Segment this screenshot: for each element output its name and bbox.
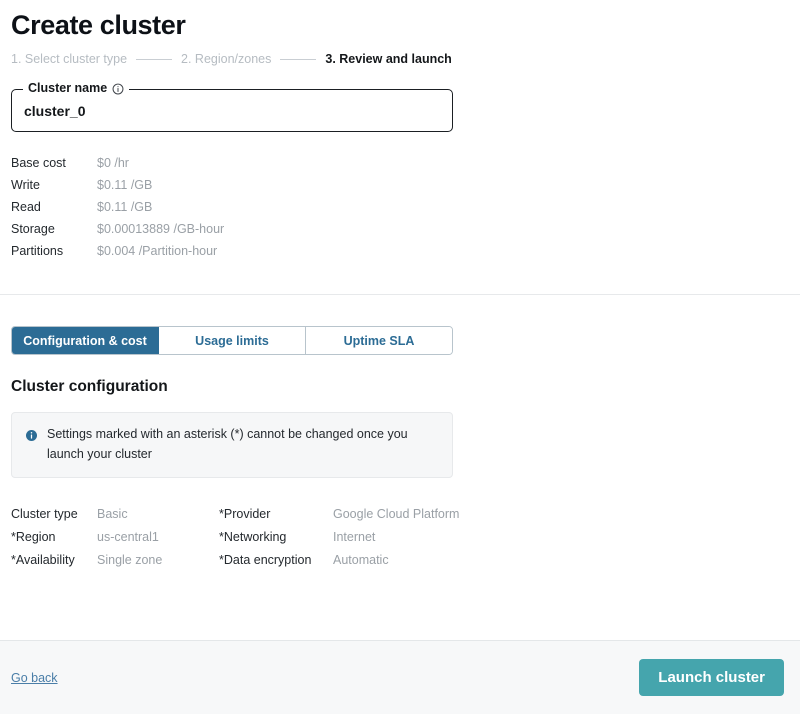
footer-bar: Go back Launch cluster [0, 640, 800, 714]
pricing-value: $0 /hr [97, 156, 129, 170]
section-divider [0, 294, 800, 295]
pricing-label: Storage [11, 222, 55, 236]
info-circle-outline-icon[interactable] [112, 83, 124, 95]
page-title: Create cluster [11, 10, 186, 40]
config-value: Automatic [333, 552, 389, 567]
pricing-list: Base cost $0 /hr Write $0.11 /GB Read $0… [0, 132, 800, 266]
tab-bar: Configuration & cost Usage limits Uptime… [11, 326, 453, 355]
pricing-label: Write [11, 178, 40, 192]
info-callout-text: Settings marked with an asterisk (*) can… [47, 427, 408, 461]
config-label: Cluster type [11, 506, 78, 521]
stepper-separator [136, 58, 173, 60]
configuration-grid: Cluster type Basic *Provider Google Clou… [11, 502, 800, 571]
pricing-value: $0.11 /GB [97, 200, 153, 214]
cluster-name-label: Cluster name [28, 81, 108, 95]
go-back-link[interactable]: Go back [11, 671, 58, 685]
config-label: *Data encryption [219, 552, 312, 567]
pricing-value: $0.11 /GB [97, 178, 153, 192]
config-label: *Networking [219, 529, 287, 544]
config-label: *Region [11, 529, 56, 544]
pricing-label: Read [11, 200, 41, 214]
cluster-name-legend: Cluster name [23, 81, 130, 96]
pricing-row: Read $0.11 /GB [11, 200, 800, 222]
tab-usage-limits[interactable]: Usage limits [159, 327, 306, 354]
config-value: us-central1 [97, 529, 159, 544]
create-cluster-page: Create cluster 1. Select cluster type 2.… [0, 0, 800, 640]
pricing-row: Storage $0.00013889 /GB-hour [11, 222, 800, 244]
stepper-step-2[interactable]: 2. Region/zones [181, 51, 271, 67]
pricing-row: Partitions $0.004 /Partition-hour [11, 244, 800, 266]
info-callout: Settings marked with an asterisk (*) can… [11, 412, 453, 478]
cluster-name-field-wrap: Cluster name [0, 67, 800, 132]
config-label: *Availability [11, 552, 75, 567]
cluster-name-input[interactable] [12, 90, 452, 131]
pricing-row: Write $0.11 /GB [11, 178, 800, 200]
config-value: Basic [97, 506, 128, 521]
pricing-label: Base cost [11, 156, 66, 170]
config-value: Google Cloud Platform [333, 506, 460, 521]
pricing-label: Partitions [11, 244, 64, 258]
tab-uptime-sla[interactable]: Uptime SLA [306, 327, 452, 354]
stepper-step-1[interactable]: 1. Select cluster type [11, 51, 127, 67]
config-value: Single zone [97, 552, 163, 567]
stepper: 1. Select cluster type 2. Region/zones 3… [0, 41, 800, 67]
tab-configuration-cost[interactable]: Configuration & cost [12, 327, 159, 354]
section-title: Cluster configuration [11, 378, 168, 395]
config-value: Internet [333, 529, 376, 544]
pricing-row: Base cost $0 /hr [11, 156, 800, 178]
launch-cluster-button[interactable]: Launch cluster [639, 659, 784, 696]
cluster-name-field[interactable]: Cluster name [11, 81, 453, 132]
pricing-value: $0.004 /Partition-hour [97, 244, 218, 258]
stepper-separator [280, 58, 317, 60]
pricing-value: $0.00013889 /GB-hour [97, 222, 225, 236]
info-circle-filled-icon [26, 428, 37, 441]
stepper-step-3[interactable]: 3. Review and launch [325, 51, 451, 67]
config-label: *Provider [219, 506, 271, 521]
